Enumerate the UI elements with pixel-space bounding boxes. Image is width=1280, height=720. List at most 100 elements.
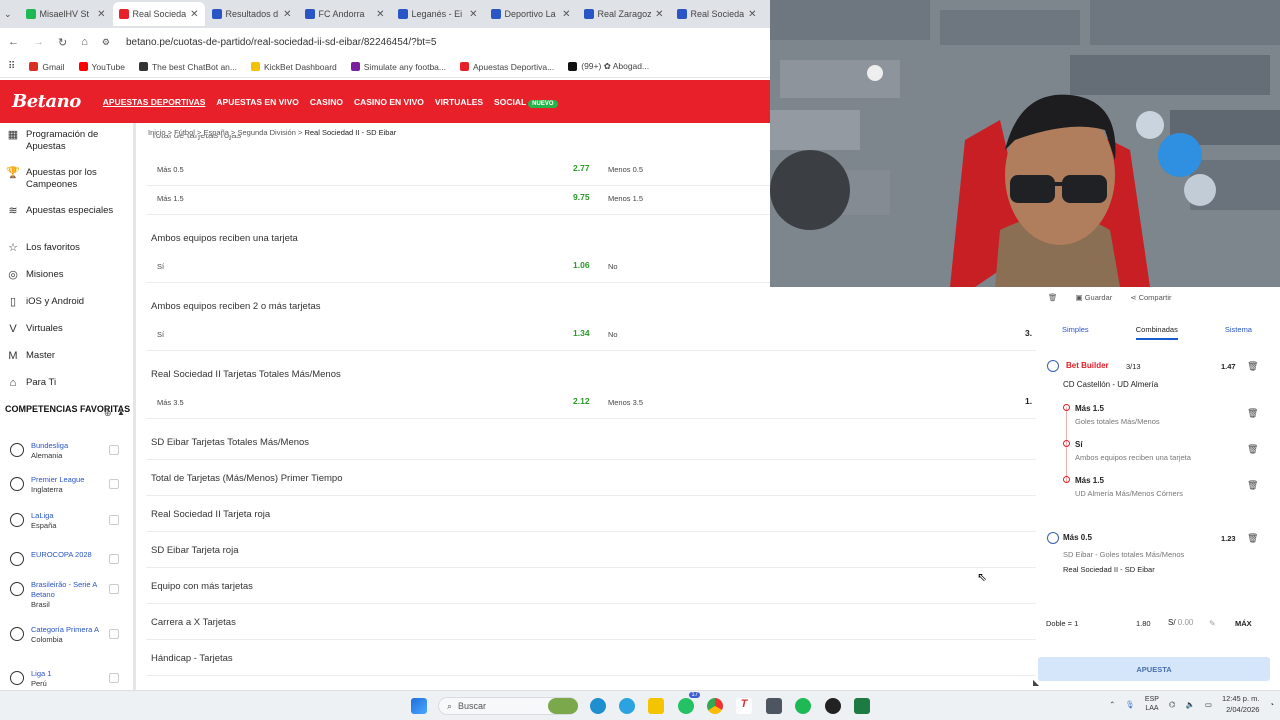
selection-odd-cut[interactable]: 3. xyxy=(1025,328,1032,338)
show-hidden-icons[interactable]: ⌃ xyxy=(1109,700,1115,709)
add-favorite-icon[interactable]: ⊕ xyxy=(104,408,112,419)
close-tab-icon[interactable]: ✕ xyxy=(190,9,198,20)
close-tab-icon[interactable]: ✕ xyxy=(376,9,384,20)
spotify-icon[interactable] xyxy=(795,698,811,714)
sidebar-item[interactable]: ▯ iOS y Android xyxy=(6,296,128,308)
remove-pick-icon[interactable]: 🗑 xyxy=(1247,444,1258,455)
betano-logo[interactable]: Betano xyxy=(12,91,81,112)
selection-label[interactable]: Menos 0.5 xyxy=(608,165,643,174)
selection-label[interactable]: Menos 1.5 xyxy=(608,194,643,203)
obs-icon[interactable] xyxy=(825,698,841,714)
browser-tab[interactable]: Real Zaragoz ✕ xyxy=(578,2,670,26)
file-explorer-icon[interactable] xyxy=(648,698,664,714)
favorite-competition[interactable]: Categoría Primera A Colombia xyxy=(10,625,122,645)
market-title-collapsed[interactable]: SD Eibar Tarjeta roja xyxy=(151,545,238,556)
max-button[interactable]: MÁX xyxy=(1235,619,1252,628)
bookmark-item[interactable]: KickBet Dashboard xyxy=(251,62,337,72)
market-title[interactable]: Ambos equipos reciben una tarjeta xyxy=(151,233,298,244)
browser-tab[interactable]: MisaelHV St ✕ xyxy=(20,2,112,26)
stake-input[interactable]: S/ 0.00 xyxy=(1168,618,1193,627)
edge-icon[interactable] xyxy=(590,698,606,714)
back-icon[interactable]: ← xyxy=(8,36,19,48)
telegram-icon[interactable] xyxy=(619,698,635,714)
selection-label[interactable]: Sí xyxy=(157,330,164,339)
selection-odd[interactable]: 1.34 xyxy=(573,328,590,338)
close-tab-icon[interactable]: ✕ xyxy=(283,9,291,20)
favorite-competition[interactable]: Brasileirão - Serie A Betano Brasil xyxy=(10,580,122,610)
favorite-competition[interactable]: Premier League Inglaterra xyxy=(10,475,122,495)
selection-label[interactable]: Menos 3.5 xyxy=(608,398,643,407)
selection-label[interactable]: Más 3.5 xyxy=(157,398,184,407)
competition-checkbox[interactable] xyxy=(109,445,119,455)
tab-simples[interactable]: Simples xyxy=(1062,325,1089,340)
selection-label[interactable]: No xyxy=(608,262,618,271)
battery-icon[interactable]: ▭ xyxy=(1205,700,1212,709)
slip-delete-all-icon[interactable]: 🗑 xyxy=(1048,293,1058,302)
site-info-icon[interactable]: ⚙ xyxy=(102,37,110,48)
calculator-icon[interactable] xyxy=(766,698,782,714)
market-title-collapsed[interactable]: SD Eibar Tarjetas Totales Más/Menos xyxy=(151,437,309,448)
competition-checkbox[interactable] xyxy=(109,673,119,683)
bookmark-item[interactable]: YouTube xyxy=(78,62,125,72)
browser-tab[interactable]: FC Andorra ✕ xyxy=(299,2,391,26)
clock[interactable]: 12:45 p. m. 2/04/2026 xyxy=(1222,693,1260,715)
bookmark-item[interactable]: Apuestas Deportiva... xyxy=(459,62,554,72)
whatsapp-icon[interactable]: 17 xyxy=(678,692,700,714)
apps-icon[interactable]: ⠿ xyxy=(8,61,15,72)
competition-checkbox[interactable] xyxy=(109,629,119,639)
browser-tab[interactable]: Leganés - Ei ✕ xyxy=(392,2,484,26)
reload-icon[interactable]: ↻ xyxy=(58,36,67,49)
market-title-collapsed[interactable]: Hándicap - Tarjetas xyxy=(151,653,233,664)
favorite-competition[interactable]: Bundesliga Alemania xyxy=(10,441,122,461)
close-tab-icon[interactable]: ✕ xyxy=(748,9,756,20)
competition-checkbox[interactable] xyxy=(109,554,119,564)
bookmark-item[interactable]: Gmail xyxy=(29,62,65,72)
selection-label[interactable]: Más 1.5 xyxy=(157,194,184,203)
sidebar-item[interactable]: ⌂ Para Ti xyxy=(6,377,128,389)
selection-label[interactable]: No xyxy=(608,330,618,339)
browser-tab[interactable]: Real Socieda ✕ xyxy=(112,2,205,26)
nav-casino-en-vivo[interactable]: CASINO EN VIVO xyxy=(354,97,424,107)
selection-odd[interactable]: 2.12 xyxy=(573,396,590,406)
notifications-icon[interactable]: ◔ xyxy=(1269,700,1274,709)
market-title-collapsed[interactable]: Total de Tarjetas (Más/Menos) Primer Tie… xyxy=(151,473,342,484)
breadcrumb-item[interactable]: Segunda División xyxy=(238,128,296,137)
sidebar-item[interactable]: ▦ Programación de Apuestas xyxy=(6,129,128,153)
market-title-collapsed[interactable]: Carrera a X Tarjetas xyxy=(151,617,236,628)
market-title[interactable]: Ambos equipos reciben 2 o más tarjetas xyxy=(151,301,321,312)
sidebar-item[interactable]: ≋ Apuestas especiales xyxy=(6,205,128,217)
edit-stake-icon[interactable]: ✎ xyxy=(1209,619,1216,628)
nav-apuestas-en-vivo[interactable]: APUESTAS EN VIVO xyxy=(216,97,299,107)
browser-tab[interactable]: Resultados d ✕ xyxy=(206,2,298,26)
sidebar-item[interactable]: 🏆 Apuestas por los Campeones xyxy=(6,167,128,191)
network-icon[interactable]: ⌬ xyxy=(1169,700,1176,709)
favorite-competition[interactable]: LaLiga España xyxy=(10,511,122,531)
excel-icon[interactable] xyxy=(854,698,870,714)
close-tab-icon[interactable]: ✕ xyxy=(562,9,570,20)
forward-icon[interactable]: → xyxy=(33,36,44,48)
resize-handle-icon[interactable]: ◣ xyxy=(1033,678,1039,687)
typora-icon[interactable]: T xyxy=(736,698,752,714)
remove-bet-builder-icon[interactable]: 🗑 xyxy=(1247,361,1258,372)
market-title-collapsed[interactable]: Real Sociedad II Tarjeta roja xyxy=(151,509,270,520)
close-tab-icon[interactable]: ✕ xyxy=(97,9,105,20)
windows-start-icon[interactable] xyxy=(411,698,427,714)
chrome-icon[interactable] xyxy=(707,698,723,714)
market-title[interactable]: Real Sociedad II Tarjetas Totales Más/Me… xyxy=(151,369,341,380)
nav-social[interactable]: SOCIAL NUEVO xyxy=(494,97,558,108)
nav-casino[interactable]: CASINO xyxy=(310,97,343,107)
favorite-competition[interactable]: EUROCOPA 2028 xyxy=(10,550,122,566)
selection-odd-cut[interactable]: 1. xyxy=(1025,396,1032,406)
browser-tab[interactable]: Real Socieda ✕ xyxy=(671,2,763,26)
widgets-icon[interactable] xyxy=(548,698,578,714)
selection-label[interactable]: Sí xyxy=(157,262,164,271)
home-icon[interactable]: ⌂ xyxy=(81,36,88,48)
bookmark-item[interactable]: Simulate any footba... xyxy=(350,62,446,72)
nav-apuestas-deportivas[interactable]: APUESTAS DEPORTIVAS xyxy=(103,97,206,107)
collapse-icon[interactable]: ▲ xyxy=(117,408,125,417)
bookmark-item[interactable]: (99+) ✿ Abogad... xyxy=(568,61,649,72)
browser-tab[interactable]: Deportivo La ✕ xyxy=(485,2,577,26)
close-tab-icon[interactable]: ✕ xyxy=(655,9,663,20)
apuesta-button[interactable]: APUESTA xyxy=(1038,657,1270,681)
tab-combinadas[interactable]: Combinadas xyxy=(1135,325,1178,340)
